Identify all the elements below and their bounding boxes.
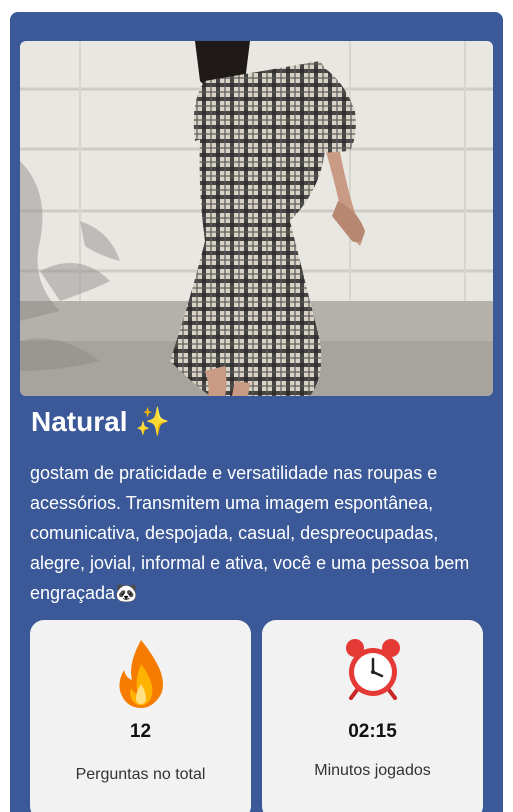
questions-total-label: Perguntas no total [75,766,206,783]
result-photo [20,41,493,396]
questions-total-value: 12 [129,721,152,742]
fire-icon [30,638,251,708]
result-card: Natural ✨ gostam de praticidade e versat… [10,12,503,812]
stat-card-questions: 12 Perguntas no total [30,620,251,812]
minutes-played-value: 02:15 [348,721,397,742]
result-description: gostam de praticidade e versatilidade na… [30,463,470,603]
result-title: Natural ✨ [31,406,171,437]
alarm-clock-icon [262,638,483,708]
minutes-played-label: Minutos jogados [314,762,431,779]
stat-card-time: 02:15 Minutos jogados [262,620,483,812]
